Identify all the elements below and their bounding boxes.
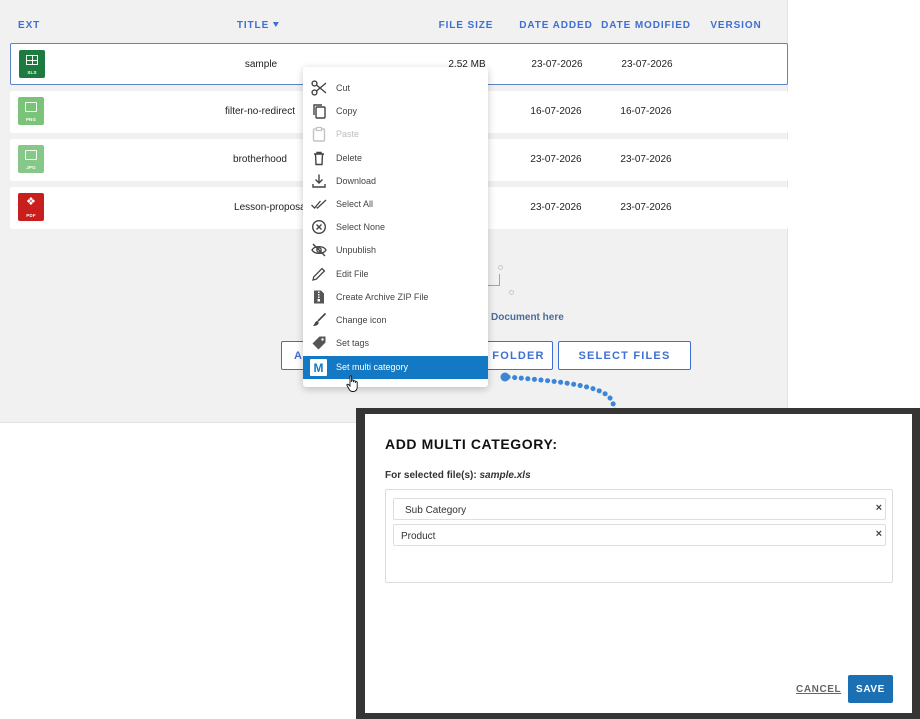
circle-x-icon [311, 219, 327, 235]
file-title: filter-no-redirect [224, 106, 296, 117]
dropzone-text: Document here [491, 312, 564, 323]
m-icon: M [310, 359, 327, 376]
menu-item-select-all[interactable]: Select All [303, 193, 488, 216]
menu-item-change-icon[interactable]: Change icon [303, 309, 488, 332]
column-header-version[interactable]: VERSION [710, 20, 761, 31]
file-title: brotherhood [233, 154, 287, 165]
png-file-icon: PNG [18, 97, 44, 125]
zip-file-icon [314, 290, 324, 304]
menu-item-label: Copy [336, 106, 358, 116]
download-icon [312, 174, 326, 188]
eye-off-icon [311, 243, 327, 257]
menu-item-label: Set tags [336, 338, 370, 348]
date-modified: 23-07-2026 [621, 59, 673, 70]
menu-item-paste[interactable]: Paste [303, 123, 488, 146]
menu-item-label: Change icon [336, 315, 387, 325]
upload-illustration [488, 274, 500, 286]
menu-item-download[interactable]: Download [303, 170, 488, 193]
xls-file-icon: XLS [19, 50, 45, 78]
menu-item-label: Download [336, 176, 377, 186]
trash-icon [314, 151, 324, 166]
brush-icon [313, 312, 327, 326]
remove-tag-icon[interactable]: × [876, 503, 882, 514]
menu-item-set-tags[interactable]: Set tags [303, 332, 488, 355]
date-added: 23-07-2026 [531, 59, 583, 70]
decoration-dot [498, 265, 503, 270]
menu-item-label: Delete [336, 153, 363, 163]
menu-item-create-zip[interactable]: Create Archive ZIP File [303, 286, 488, 309]
column-header-title-label: TITLE [236, 20, 270, 31]
dialog-subtitle: For selected file(s): sample.xls [385, 470, 531, 481]
menu-item-label: Select None [336, 222, 386, 232]
select-files-button[interactable]: SELECT FILES [558, 341, 691, 370]
date-added: 23-07-2026 [530, 154, 582, 165]
dialog-title: ADD MULTI CATEGORY: [385, 436, 558, 452]
menu-item-label: Unpublish [336, 245, 377, 255]
category-tag: Product × [393, 524, 886, 546]
pdf-file-icon: ❖ PDF [18, 193, 44, 221]
menu-item-set-multi-category[interactable]: M Set multi category [303, 356, 488, 379]
date-added: 23-07-2026 [530, 202, 582, 213]
category-tag-label: Sub Category [405, 505, 467, 516]
jpg-file-icon: JPG [18, 145, 44, 173]
menu-item-copy[interactable]: Copy [303, 100, 488, 123]
double-check-icon [311, 199, 327, 209]
column-header-file-size[interactable]: FILE SIZE [439, 20, 494, 31]
menu-item-label: Edit File [336, 269, 369, 279]
menu-item-edit-file[interactable]: Edit File [303, 263, 488, 286]
menu-item-unpublish[interactable]: Unpublish [303, 239, 488, 262]
add-multi-category-dialog: ADD MULTI CATEGORY: For selected file(s)… [365, 414, 912, 713]
date-modified: 23-07-2026 [620, 202, 672, 213]
tag-icon [312, 336, 326, 350]
column-header-ext[interactable]: EXT [18, 20, 40, 31]
selected-file-name: sample.xls [479, 470, 531, 481]
paste-icon [312, 126, 326, 142]
pencil-icon [312, 267, 326, 281]
cancel-button[interactable]: CANCEL [796, 684, 841, 695]
save-button[interactable]: SAVE [848, 675, 893, 703]
menu-item-label: Set multi category [336, 362, 409, 372]
column-header-date-modified[interactable]: DATE MODIFIED [601, 20, 691, 31]
menu-item-label: Paste [336, 129, 360, 139]
sort-desc-icon [273, 22, 280, 27]
copy-icon [313, 104, 326, 119]
hand-cursor-icon [346, 375, 358, 392]
remove-tag-icon[interactable]: × [876, 529, 882, 540]
menu-item-label: Create Archive ZIP File [336, 292, 429, 302]
decoration-dot [509, 290, 514, 295]
category-tag-label: Product [401, 531, 436, 542]
category-select[interactable]: Sub Category × Product × [385, 489, 893, 583]
column-header-title[interactable]: TITLE [236, 20, 280, 31]
context-menu: Cut Copy Paste Delete Download Select Al… [303, 67, 488, 387]
menu-item-cut[interactable]: Cut [303, 77, 488, 100]
scissors-icon [311, 80, 327, 96]
file-title: sample [244, 59, 278, 70]
category-tag: Sub Category × [393, 498, 886, 520]
menu-item-label: Cut [336, 83, 351, 93]
column-header-date-added[interactable]: DATE ADDED [519, 20, 592, 31]
menu-item-delete[interactable]: Delete [303, 147, 488, 170]
date-modified: 23-07-2026 [620, 154, 672, 165]
menu-item-label: Select All [336, 199, 374, 209]
file-title: Lesson-proposal [234, 202, 308, 213]
menu-item-select-none[interactable]: Select None [303, 216, 488, 239]
subtitle-prefix: For selected file(s): [385, 470, 477, 481]
date-modified: 16-07-2026 [620, 106, 672, 117]
date-added: 16-07-2026 [530, 106, 582, 117]
